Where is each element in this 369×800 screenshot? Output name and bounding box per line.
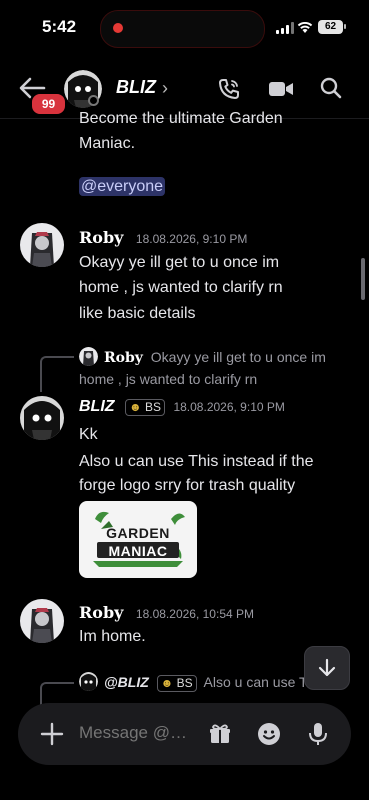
- reply-connector: [40, 356, 74, 392]
- reply-author: Roby: [104, 350, 143, 366]
- battery-nub: [344, 24, 346, 29]
- image-text: GARDEN: [106, 525, 170, 541]
- role-tag[interactable]: ☻ BS: [125, 399, 165, 416]
- message-header: BLIZ ☻ BS 18.08.2026, 9:10 PM: [79, 398, 285, 416]
- scrollbar[interactable]: [361, 258, 365, 300]
- message-text: Maniac.: [79, 135, 136, 152]
- signal-icon: [276, 22, 294, 34]
- status-time: 5:42: [42, 17, 77, 36]
- reply-author: @BLIZ: [104, 674, 149, 690]
- avatar: [79, 672, 98, 691]
- jump-to-present-button[interactable]: [304, 646, 350, 690]
- battery-indicator: 62: [318, 20, 343, 34]
- message-text: like basic details: [79, 305, 196, 322]
- message-input[interactable]: [79, 723, 194, 743]
- avatar[interactable]: [20, 223, 64, 267]
- microphone-icon[interactable]: [307, 721, 329, 747]
- everyone-mention[interactable]: @everyone: [79, 177, 166, 196]
- arrow-down-icon: [318, 658, 336, 677]
- message-text: Okayy ye ill get to u once im: [79, 254, 280, 271]
- recording-indicator: [113, 23, 123, 33]
- reply-text: Okayy ye ill get to u once im: [150, 349, 326, 365]
- gift-icon[interactable]: [208, 722, 232, 746]
- reply-preview[interactable]: Roby Okayy ye ill get to u once im: [104, 347, 326, 369]
- video-camera-icon[interactable]: [268, 78, 294, 100]
- author-name[interactable]: Roby: [79, 228, 123, 247]
- avatar: [79, 347, 98, 366]
- emoji-icon[interactable]: [257, 722, 281, 746]
- wifi-icon: [297, 21, 313, 33]
- author-name[interactable]: BLIZ: [79, 398, 115, 415]
- phone-icon[interactable]: [217, 77, 241, 101]
- reply-preview[interactable]: @BLIZ ☻ BS Also u can use T: [104, 672, 324, 693]
- skull-icon: ☻: [129, 400, 142, 414]
- skull-icon: ☻: [160, 676, 174, 690]
- reply-text: home , js wanted to clarify rn: [79, 371, 258, 387]
- dynamic-island: [100, 10, 265, 48]
- message-header: Roby 18.08.2026, 9:10 PM: [79, 228, 247, 248]
- presence-status-icon: [88, 95, 99, 106]
- avatar[interactable]: [20, 599, 64, 643]
- message-text: Become the ultimate Garden: [79, 110, 283, 127]
- reply-text: Also u can use T: [203, 674, 308, 690]
- mention-line: @everyone: [79, 177, 166, 196]
- message-timestamp: 18.08.2026, 10:54 PM: [135, 607, 254, 621]
- message-header: Roby 18.08.2026, 10:54 PM: [79, 603, 254, 623]
- image-attachment[interactable]: GARDEN MANIAC: [79, 501, 197, 578]
- message-text: Also u can use This instead if the: [79, 453, 314, 470]
- role-tag-label: BS: [176, 676, 193, 690]
- message-timestamp: 18.08.2026, 9:10 PM: [135, 232, 248, 246]
- message-text: forge logo srry for trash quality: [79, 477, 296, 494]
- role-tag-label: BS: [144, 400, 161, 414]
- channel-title[interactable]: BLIZ: [116, 77, 156, 98]
- message-text: Im home.: [79, 628, 146, 645]
- plus-icon[interactable]: [38, 720, 66, 748]
- author-name[interactable]: Roby: [79, 603, 123, 622]
- avatar[interactable]: [20, 396, 64, 440]
- message-text: home , js wanted to clarify rn: [79, 279, 283, 296]
- image-text: MANIAC: [108, 543, 168, 559]
- search-icon[interactable]: [320, 77, 342, 99]
- message-text: Kk: [79, 426, 98, 443]
- chevron-right-icon[interactable]: ›: [162, 78, 168, 99]
- message-timestamp: 18.08.2026, 9:10 PM: [173, 400, 285, 414]
- role-tag: ☻ BS: [156, 675, 197, 692]
- unread-badge: 99: [30, 92, 67, 116]
